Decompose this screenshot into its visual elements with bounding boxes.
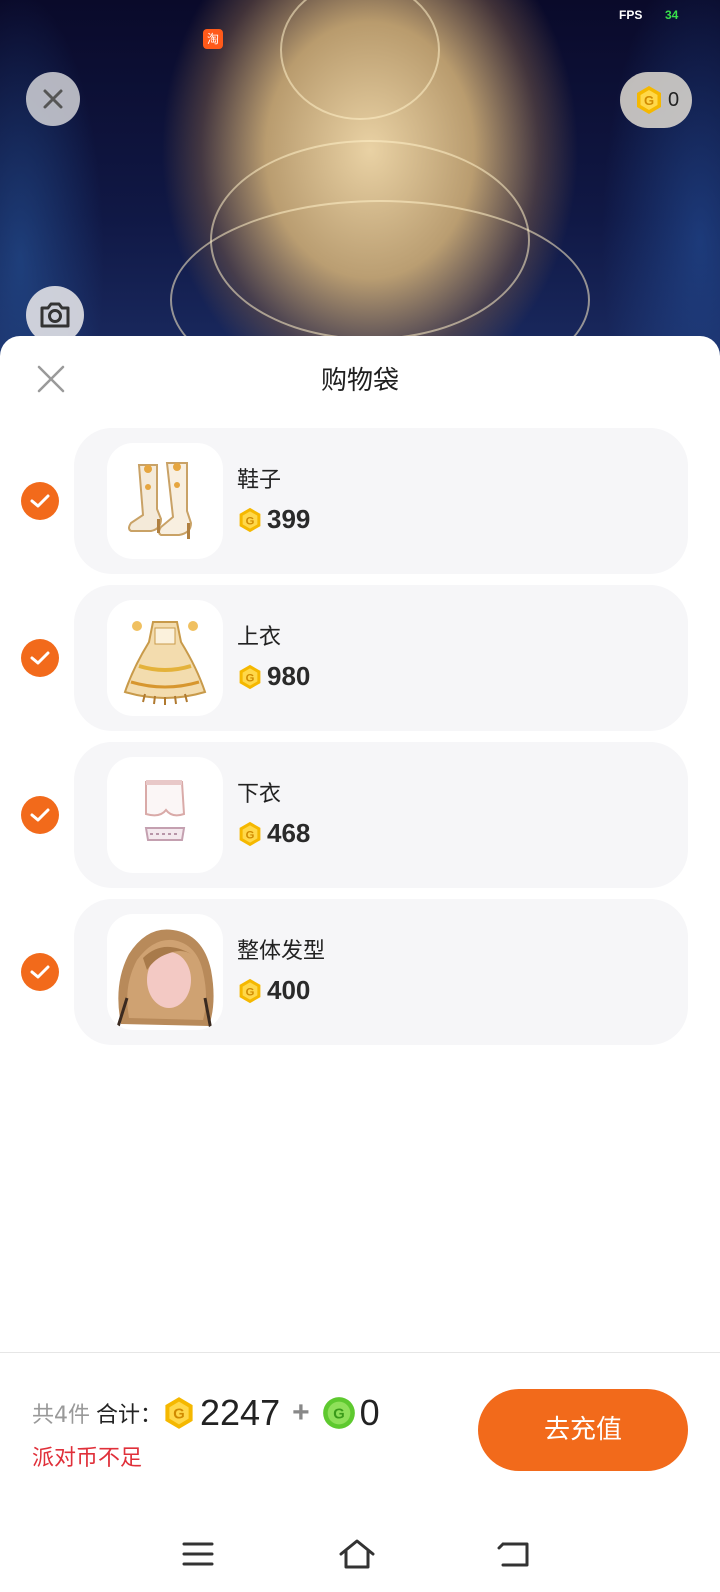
footer-divider	[0, 1352, 720, 1353]
menu-icon	[182, 1542, 214, 1566]
svg-text:G: G	[644, 93, 654, 108]
coin-balance-value: 0	[668, 88, 680, 111]
item-name: 下衣	[237, 782, 282, 807]
item-name: 整体发型	[237, 939, 326, 964]
gold-coin-icon: G	[637, 86, 661, 114]
gold-coin-icon: G	[165, 1397, 193, 1429]
checkmark-icon	[30, 808, 50, 822]
svg-text:G: G	[246, 986, 255, 998]
nav-home-button[interactable]	[335, 1532, 379, 1576]
item-price: G 400	[237, 975, 310, 1006]
camera-icon	[40, 302, 70, 328]
back-icon	[497, 1542, 529, 1567]
svg-text:G: G	[246, 829, 255, 841]
dress-top-thumbnail	[107, 600, 223, 716]
checkmark-icon	[30, 965, 50, 979]
recharge-button[interactable]: 去充值	[478, 1389, 688, 1471]
item-price: G 980	[237, 661, 310, 692]
sheet-title: 购物袋	[320, 366, 399, 396]
item-card[interactable]: 整体发型 G 400	[74, 899, 688, 1045]
fps-value: 34	[665, 8, 679, 22]
item-card[interactable]: 下衣 G 468	[74, 742, 688, 888]
item-checkbox[interactable]	[21, 953, 59, 991]
bottoms-thumbnail	[107, 757, 223, 873]
cart-item: 鞋子 G 399	[0, 428, 720, 574]
cart-item: 下衣 G 468	[0, 742, 720, 888]
gold-coin-icon: G	[239, 664, 261, 689]
item-price: G 468	[237, 818, 310, 849]
item-card[interactable]: 鞋子 G 399	[74, 428, 688, 574]
item-price-value: 980	[267, 661, 311, 691]
nav-menu-button[interactable]	[176, 1532, 220, 1576]
coin-balance-pill[interactable]: G 0	[620, 72, 692, 128]
green-total-value: 0	[359, 1392, 380, 1433]
checkmark-icon	[30, 651, 50, 665]
plus-sign: +	[292, 1396, 310, 1429]
svg-text:G: G	[333, 1407, 344, 1423]
item-price-value: 400	[267, 975, 311, 1005]
nav-back-button[interactable]	[492, 1532, 536, 1576]
svg-text:G: G	[173, 1407, 184, 1423]
item-card[interactable]: 上衣 G 980	[74, 585, 688, 731]
item-checkbox[interactable]	[21, 796, 59, 834]
dress-decoration	[280, 0, 440, 120]
item-price-value: 399	[267, 504, 311, 534]
hairstyle-thumbnail	[107, 914, 223, 1030]
item-count-label: 共4件	[32, 1403, 90, 1428]
system-navigation-bar	[0, 1520, 720, 1592]
cart-item: 整体发型 G 400	[0, 899, 720, 1045]
gold-coin-icon: G	[239, 978, 261, 1003]
item-name: 鞋子	[237, 468, 282, 493]
taobao-icon: 淘	[203, 29, 223, 49]
item-checkbox[interactable]	[21, 639, 59, 677]
gold-coin-icon: G	[239, 507, 261, 532]
fps-label: FPS	[619, 8, 643, 22]
item-price-value: 468	[267, 818, 311, 848]
gold-total-value: 2247	[200, 1392, 281, 1433]
svg-text:G: G	[246, 672, 255, 684]
item-checkbox[interactable]	[21, 482, 59, 520]
close-icon	[43, 89, 63, 109]
boots-thumbnail	[107, 443, 223, 559]
svg-text:G: G	[246, 515, 255, 527]
total-label: 合计：	[96, 1403, 163, 1428]
order-summary: 共4件 合计： G 2247 + G 0	[32, 1392, 380, 1434]
green-coin-icon: G	[322, 1397, 355, 1429]
cart-item: 上衣 G 980	[0, 585, 720, 731]
insufficient-coins-warning: 派对币不足	[32, 1446, 143, 1471]
item-price: G 399	[237, 504, 310, 535]
home-icon	[339, 1539, 375, 1569]
item-name: 上衣	[237, 625, 282, 650]
gold-coin-icon: G	[239, 821, 261, 846]
scene-close-button[interactable]	[26, 72, 80, 126]
checkmark-icon	[30, 494, 50, 508]
game-scene-background	[0, 0, 720, 360]
